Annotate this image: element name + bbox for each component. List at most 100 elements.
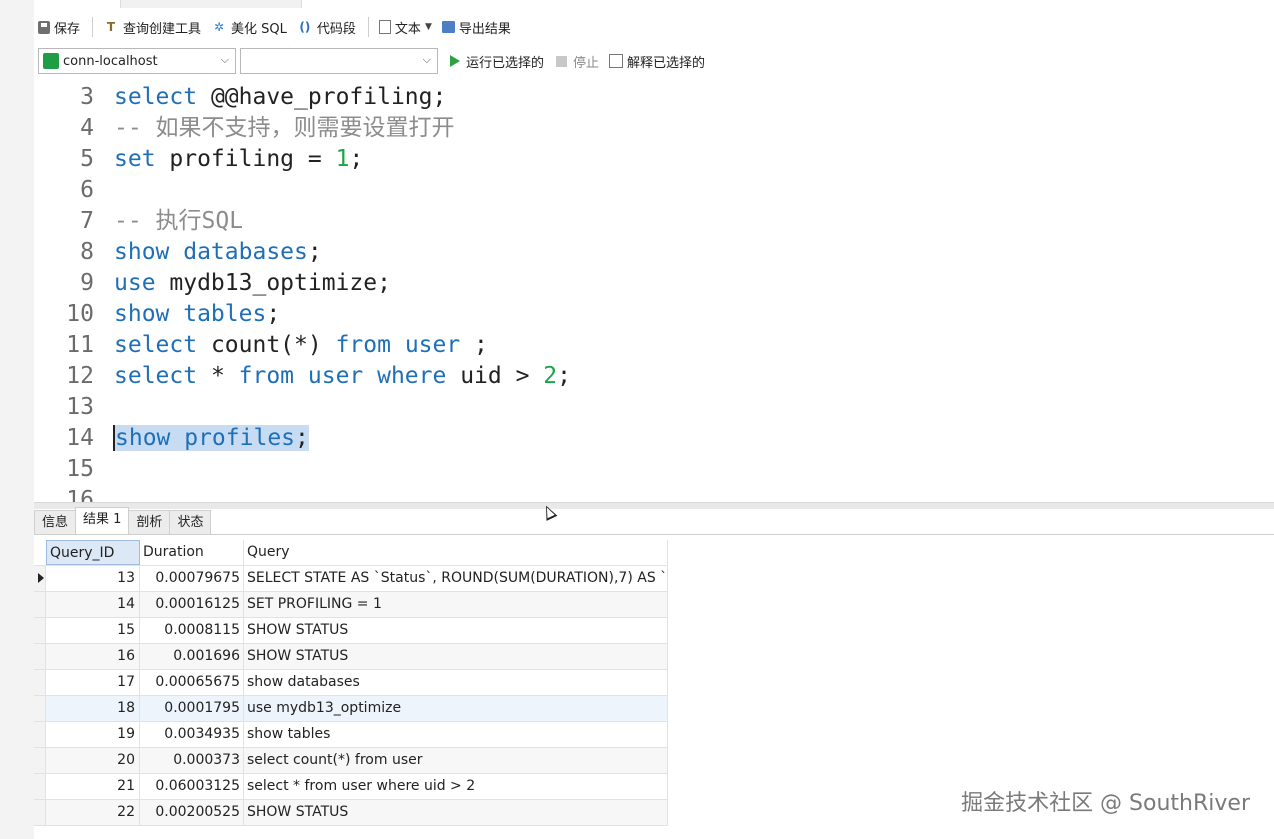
cell-query-id[interactable]: 14: [46, 592, 140, 617]
export-results-button[interactable]: 导出结果: [438, 14, 515, 40]
code-line[interactable]: 7 -- 执行SQL: [34, 206, 1274, 237]
sql-editor[interactable]: 3 select @@have_profiling; 4 -- 如果不支持，则需要设置…: [34, 82, 1274, 502]
table-row[interactable]: 19 0.0034935 show tables: [34, 722, 668, 748]
column-header-query-id[interactable]: Query_ID: [46, 540, 140, 565]
row-indicator[interactable]: [34, 644, 46, 669]
cell-query[interactable]: SHOW STATUS: [244, 644, 668, 669]
cell-duration[interactable]: 0.0008115: [140, 618, 244, 643]
table-row[interactable]: 13 0.00079675 SELECT STATE AS `Status`, RO…: [34, 566, 668, 592]
cell-query[interactable]: use mydb13_optimize: [244, 696, 668, 721]
column-header-query[interactable]: Query: [244, 540, 668, 565]
database-select[interactable]: ⌵: [240, 48, 438, 74]
code-line[interactable]: 13: [34, 392, 1274, 423]
code-line[interactable]: 12 select * from user where uid > 2;: [34, 361, 1274, 392]
cell-duration[interactable]: 0.00079675: [140, 566, 244, 591]
table-row[interactable]: 22 0.00200525 SHOW STATUS: [34, 800, 668, 826]
result-tab[interactable]: 信息: [34, 510, 77, 534]
beautify-sql-button[interactable]: ✲ 美化 SQL: [207, 14, 291, 40]
cell-duration[interactable]: 0.000373: [140, 748, 244, 773]
row-indicator[interactable]: [34, 618, 46, 643]
table-row[interactable]: 15 0.0008115 SHOW STATUS: [34, 618, 668, 644]
code-line[interactable]: 3 select @@have_profiling;: [34, 82, 1274, 113]
cell-duration[interactable]: 0.0034935: [140, 722, 244, 747]
export-results-label: 导出结果: [458, 21, 511, 37]
code-token: 2: [543, 363, 558, 389]
table-row[interactable]: 20 0.000373 select count(*) from user: [34, 748, 668, 774]
table-row[interactable]: 18 0.0001795 use mydb13_optimize: [34, 696, 668, 722]
row-indicator[interactable]: [34, 800, 46, 825]
code-line[interactable]: 4 -- 如果不支持，则需要设置打开: [34, 113, 1274, 144]
connection-select[interactable]: conn-localhost ⌵: [38, 48, 236, 74]
table-row[interactable]: 21 0.06003125 select * from user where uid…: [34, 774, 668, 800]
row-indicator[interactable]: [34, 748, 46, 773]
code-token: ;: [460, 332, 488, 358]
cell-query-id[interactable]: 21: [46, 774, 140, 799]
result-tab[interactable]: 状态: [169, 510, 212, 534]
cell-query-id[interactable]: 18: [46, 696, 140, 721]
code-snippet-button[interactable]: () 代码段: [293, 14, 360, 40]
code-line[interactable]: 10 show tables;: [34, 299, 1274, 330]
cell-query-id[interactable]: 20: [46, 748, 140, 773]
cell-query-id[interactable]: 15: [46, 618, 140, 643]
cell-query[interactable]: select * from user where uid > 2: [244, 774, 668, 799]
cell-duration[interactable]: 0.00065675: [140, 670, 244, 695]
cell-query[interactable]: SHOW STATUS: [244, 618, 668, 643]
code-line[interactable]: 14 show profiles;: [34, 423, 1274, 454]
connection-icon: [43, 53, 59, 69]
cell-query-id[interactable]: 22: [46, 800, 140, 825]
row-indicator[interactable]: [34, 696, 46, 721]
cell-query[interactable]: show tables: [244, 722, 668, 747]
results-grid[interactable]: Query_ID Duration Query 13 0.00079675 SELE…: [34, 540, 668, 826]
cell-query[interactable]: show databases: [244, 670, 668, 695]
code-text: -- 执行SQL: [114, 206, 243, 237]
code-line[interactable]: 16: [34, 485, 1274, 502]
code-line[interactable]: 15: [34, 454, 1274, 485]
cell-query[interactable]: SET PROFILING = 1: [244, 592, 668, 617]
row-indicator[interactable]: [34, 592, 46, 617]
code-token: show databases: [114, 239, 308, 265]
query-builder-button[interactable]: T 查询创建工具: [99, 14, 205, 40]
run-selected-button[interactable]: 运行已选择的: [450, 52, 544, 71]
stop-button[interactable]: 停止: [556, 52, 599, 71]
code-line[interactable]: 6: [34, 175, 1274, 206]
chevron-down-icon: ⌵: [422, 53, 431, 66]
cell-query-id[interactable]: 13: [46, 566, 140, 591]
result-tab[interactable]: 剖析: [128, 510, 171, 534]
table-row[interactable]: 14 0.00016125 SET PROFILING = 1: [34, 592, 668, 618]
row-indicator[interactable]: [34, 722, 46, 747]
explain-selected-button[interactable]: 解释已选择的: [609, 52, 705, 71]
code-token: count(*): [197, 332, 336, 358]
current-row-arrow-icon: [38, 573, 44, 583]
table-row[interactable]: 16 0.001696 SHOW STATUS: [34, 644, 668, 670]
document-icon: [378, 20, 391, 34]
code-line[interactable]: 11 select count(*) from user ;: [34, 330, 1274, 361]
cell-query-id[interactable]: 16: [46, 644, 140, 669]
explain-icon: [609, 54, 624, 68]
cell-query[interactable]: SELECT STATE AS `Status`, ROUND(SUM(DURA…: [244, 566, 668, 591]
row-indicator[interactable]: [34, 670, 46, 695]
row-indicator[interactable]: [34, 566, 46, 591]
cell-duration[interactable]: 0.06003125: [140, 774, 244, 799]
cell-query-id[interactable]: 19: [46, 722, 140, 747]
code-line[interactable]: 9 use mydb13_optimize;: [34, 268, 1274, 299]
code-token: use: [114, 270, 156, 296]
table-row[interactable]: 17 0.00065675 show databases: [34, 670, 668, 696]
code-token: show tables: [114, 301, 267, 327]
code-token: -- 执行SQL: [114, 208, 244, 234]
cell-duration[interactable]: 0.00016125: [140, 592, 244, 617]
code-line[interactable]: 5 set profiling = 1;: [34, 144, 1274, 175]
left-gutter-strip: [0, 0, 34, 839]
line-number: 15: [66, 456, 94, 482]
column-header-duration[interactable]: Duration: [140, 540, 244, 565]
result-tab[interactable]: 结果 1: [75, 507, 130, 534]
cell-duration[interactable]: 0.001696: [140, 644, 244, 669]
cell-query[interactable]: SHOW STATUS: [244, 800, 668, 825]
save-button[interactable]: 保存: [34, 14, 84, 40]
cell-query-id[interactable]: 17: [46, 670, 140, 695]
cell-query[interactable]: select count(*) from user: [244, 748, 668, 773]
cell-duration[interactable]: 0.0001795: [140, 696, 244, 721]
code-line[interactable]: 8 show databases;: [34, 237, 1274, 268]
cell-duration[interactable]: 0.00200525: [140, 800, 244, 825]
text-mode-dropdown[interactable]: 文本 ▼: [375, 14, 436, 40]
row-indicator[interactable]: [34, 774, 46, 799]
